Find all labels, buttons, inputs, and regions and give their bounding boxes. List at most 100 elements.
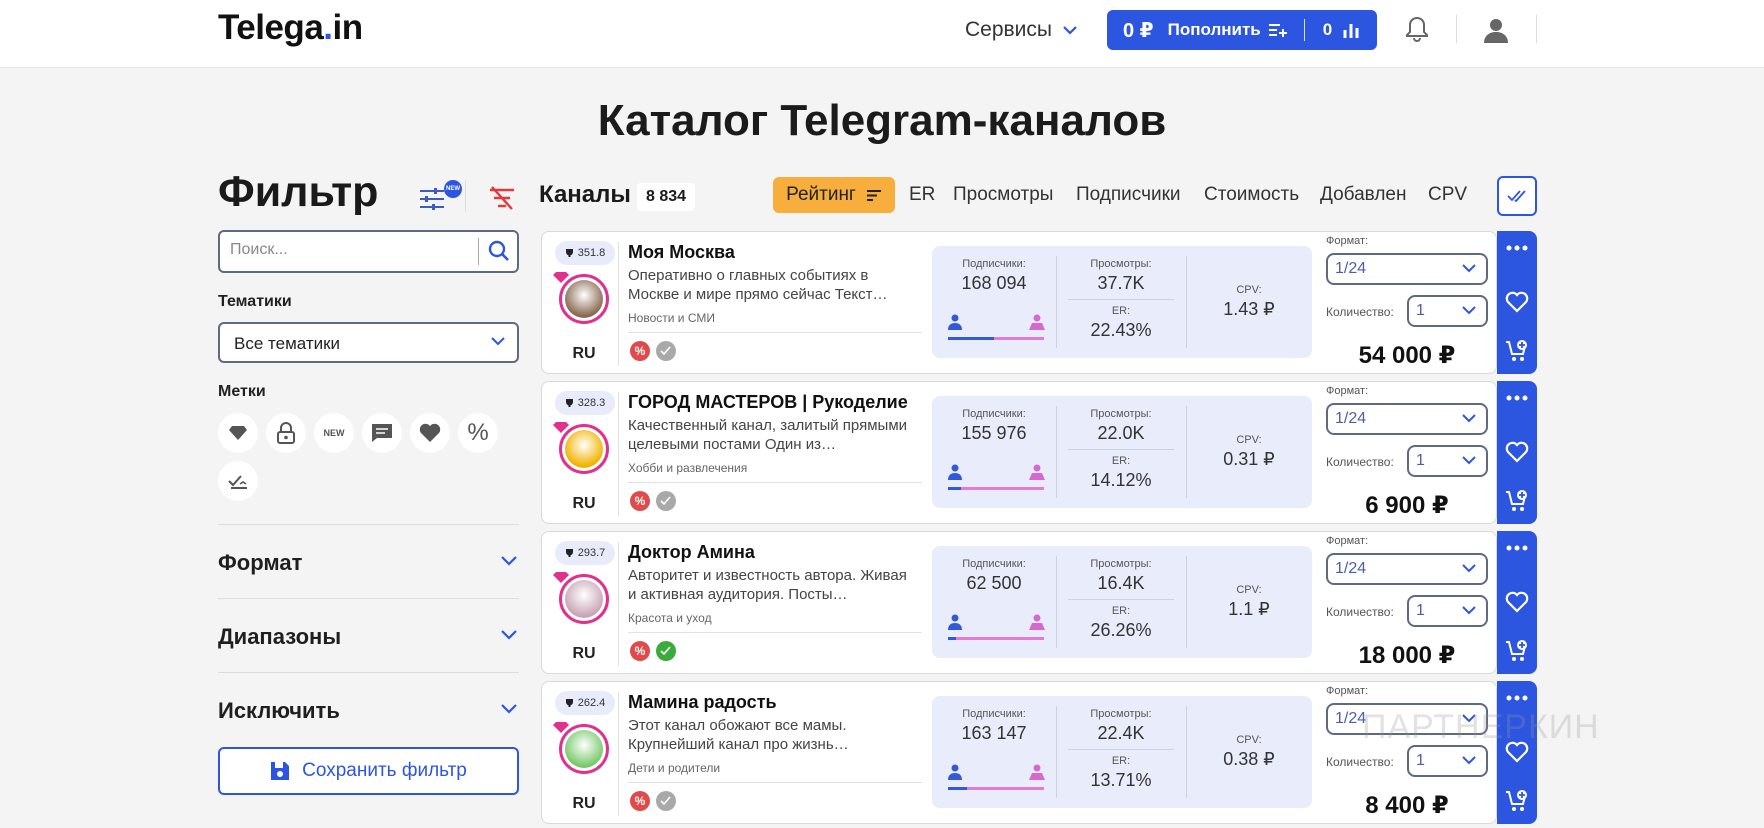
cpv-label: CPV:: [1236, 434, 1262, 446]
tag-new[interactable]: NEW: [314, 413, 354, 453]
channel-card[interactable]: 351.8 RU Моя Москва Оперативно о главных со…: [541, 231, 1497, 374]
male-share-fill: [948, 787, 968, 790]
er-label: ER:: [1111, 605, 1131, 617]
quantity-value: 1: [1416, 602, 1425, 619]
more-dots-icon[interactable]: [1506, 695, 1528, 701]
sort-cpv[interactable]: CPV: [1428, 184, 1467, 206]
clear-filter-icon[interactable]: [489, 186, 515, 210]
channel-category: Хобби и развлечения: [628, 461, 748, 475]
accordion-ranges[interactable]: Диапазоны: [218, 624, 519, 650]
accordion-format[interactable]: Формат: [218, 550, 519, 576]
stats-hdivider: [1068, 599, 1174, 600]
quantity-value: 1: [1416, 752, 1425, 769]
search-field[interactable]: [218, 230, 519, 273]
wallet-bar[interactable]: 0 ₽ Пополнить 0: [1107, 10, 1377, 50]
sort-views[interactable]: Просмотры: [953, 184, 1053, 206]
wallet-divider: [1303, 19, 1305, 41]
heart-outline-icon[interactable]: [1505, 291, 1529, 313]
channel-name[interactable]: Доктор Амина: [628, 542, 755, 563]
tag-favorite[interactable]: [410, 413, 450, 453]
tag-lock[interactable]: [266, 413, 306, 453]
topics-select[interactable]: Все тематики: [218, 322, 519, 363]
quantity-select[interactable]: 1: [1407, 595, 1488, 627]
select-all-button[interactable]: [1497, 176, 1537, 216]
search-icon[interactable]: [488, 240, 510, 262]
heart-outline-icon[interactable]: [1505, 591, 1529, 613]
channel-card[interactable]: 293.7 RU Доктор Амина Авторитет и известнос…: [541, 531, 1497, 674]
gender-bar: [948, 637, 1044, 640]
signature-check-icon: [660, 646, 671, 656]
sort-added[interactable]: Добавлен: [1320, 184, 1406, 206]
format-label: Формат:: [1326, 535, 1369, 547]
channel-name[interactable]: Моя Москва: [628, 242, 735, 263]
tag-diamond[interactable]: [218, 413, 258, 453]
channel-card[interactable]: 328.3 RU ГОРОД МАСТЕРОВ | Рукоделие Качеств…: [541, 381, 1497, 524]
cpv-value: 1.43 ₽: [1223, 299, 1275, 319]
save-filter-button[interactable]: Сохранить фильтр: [218, 747, 519, 795]
accordion-exclude[interactable]: Исключить: [218, 698, 519, 724]
stats-hdivider: [1068, 449, 1174, 450]
tags-label: Метки: [218, 383, 266, 400]
signature-check-icon: [660, 496, 671, 506]
heart-outline-icon[interactable]: [1505, 441, 1529, 463]
bell-icon[interactable]: [1405, 16, 1429, 42]
channel-name[interactable]: ГОРОД МАСТЕРОВ | Рукоделие: [628, 392, 908, 413]
subscribers-value: 62 500: [966, 573, 1022, 593]
gender-bar: [948, 787, 1044, 790]
price: 54 000 ₽: [1358, 342, 1456, 369]
logo[interactable]: Telega.in: [218, 8, 363, 48]
avatar-image: [565, 580, 603, 618]
discount-badge: %: [630, 341, 650, 361]
card-divider: [618, 692, 619, 816]
views-label: Просмотры:: [1090, 258, 1152, 270]
signature-check-icon: [660, 346, 671, 356]
format-select[interactable]: 1/24: [1326, 253, 1488, 285]
add-to-cart-icon[interactable]: [1505, 789, 1529, 813]
views-value: 37.7K: [1097, 273, 1145, 293]
sort-subscribers[interactable]: Подписчики: [1076, 184, 1181, 206]
tag-comments[interactable]: [362, 413, 402, 453]
quantity-select[interactable]: 1: [1407, 745, 1488, 777]
add-to-cart-icon[interactable]: [1505, 489, 1529, 513]
quantity-select[interactable]: 1: [1407, 445, 1488, 477]
more-dots-icon[interactable]: [1506, 245, 1528, 251]
card-line: [628, 332, 922, 333]
header-divider-right: [1536, 15, 1537, 43]
search-input[interactable]: [230, 241, 470, 259]
chevron-down-icon: [501, 704, 517, 714]
format-select[interactable]: 1/24: [1326, 553, 1488, 585]
sliders-icon[interactable]: [419, 187, 445, 211]
format-label: Формат:: [1326, 685, 1369, 697]
discount-badge: %: [630, 491, 650, 511]
add-to-cart-icon[interactable]: [1505, 639, 1529, 663]
sort-rating-button[interactable]: Рейтинг: [773, 177, 895, 213]
filter-divider: [465, 180, 466, 212]
stats-bars-icon[interactable]: [1342, 21, 1360, 39]
tag-new-label: NEW: [323, 428, 345, 438]
gender-bar: [948, 337, 1044, 340]
quantity-select[interactable]: 1: [1407, 295, 1488, 327]
channel-name[interactable]: Мамина радость: [628, 692, 777, 713]
more-dots-icon[interactable]: [1506, 545, 1528, 551]
verified-badge: [656, 641, 676, 661]
accordion-ranges-label: Диапазоны: [218, 624, 342, 649]
more-dots-icon[interactable]: [1506, 395, 1528, 401]
user-icon[interactable]: [1483, 17, 1509, 43]
topup-button[interactable]: Пополнить: [1168, 20, 1288, 40]
services-menu[interactable]: Сервисы: [965, 18, 1078, 42]
format-value: 1/24: [1335, 410, 1367, 427]
channel-card[interactable]: 262.4 RU Мамина радость Этот канал обожают …: [541, 681, 1497, 824]
format-select[interactable]: 1/24: [1326, 403, 1488, 435]
sort-cost[interactable]: Стоимость: [1204, 184, 1299, 206]
tag-verified[interactable]: [218, 461, 258, 501]
channel-category: Новости и СМИ: [628, 311, 715, 325]
accordion-exclude-label: Исключить: [218, 698, 340, 723]
add-to-cart-icon[interactable]: [1505, 339, 1529, 363]
tag-discount[interactable]: %: [458, 413, 498, 453]
male-icon: [948, 314, 962, 330]
female-icon: [1029, 764, 1045, 780]
card-actions: [1497, 231, 1537, 374]
rating-value: 351.8: [577, 247, 606, 259]
diamond-icon: [553, 722, 569, 733]
sort-er[interactable]: ER: [909, 184, 935, 206]
